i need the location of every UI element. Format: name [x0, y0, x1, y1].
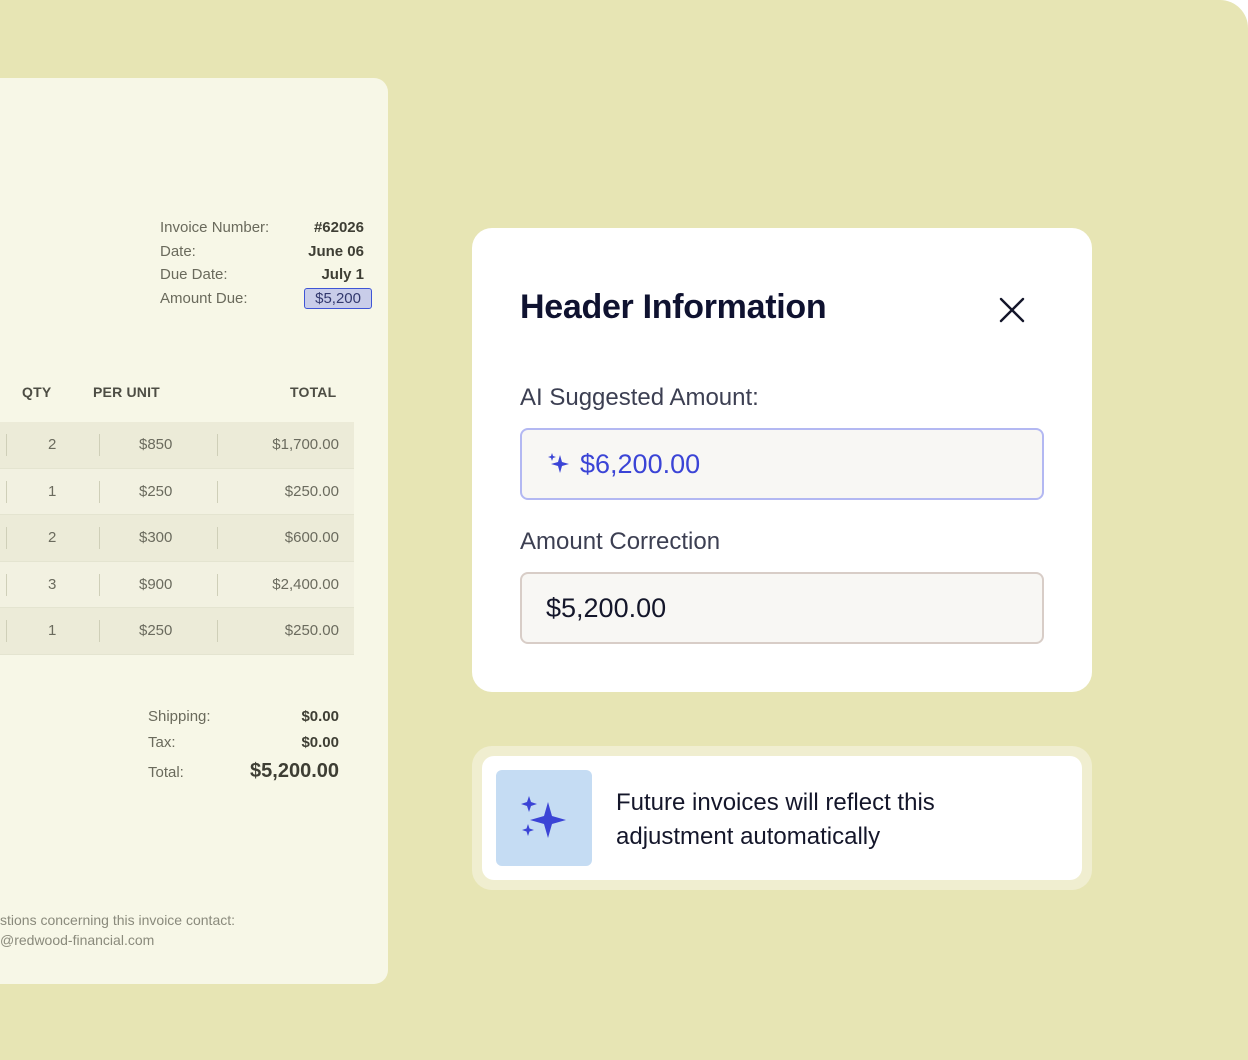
meta-row-amount-due: Amount Due: $5,200 — [160, 287, 372, 311]
meta-label: Amount Due: — [160, 289, 248, 307]
invoice-meta: Invoice Number: #62026 Date: June 06 Due… — [160, 216, 372, 311]
amount-correction-label: Amount Correction — [520, 528, 721, 555]
sparkles-icon — [521, 796, 566, 838]
meta-row-invoice-number: Invoice Number: #62026 — [160, 216, 364, 240]
cell-total: $600.00 — [284, 529, 339, 546]
amount-correction-input[interactable] — [546, 592, 986, 624]
header-information-modal: Header Information AI Suggested Amount: … — [472, 228, 1092, 692]
close-button[interactable] — [992, 290, 1032, 330]
meta-label: Date: — [160, 242, 196, 260]
modal-title: Header Information — [520, 288, 827, 326]
line-items: 2 $850 $1,700.00 1 $250 $250.00 2 $300 $… — [0, 422, 354, 655]
amount-due-highlight[interactable]: $5,200 — [304, 287, 372, 309]
due-date: July 1 — [321, 266, 364, 284]
cell-qty: 3 — [48, 575, 57, 593]
table-row: 3 $900 $2,400.00 — [0, 561, 354, 608]
meta-row-date: Date: June 06 — [160, 240, 364, 264]
cell-qty: 1 — [48, 482, 57, 500]
cell-qty: 2 — [48, 529, 57, 546]
notice-icon-tile — [496, 770, 592, 866]
cell-per-unit: $850 — [139, 436, 173, 453]
table-row: 1 $250 $250.00 — [0, 468, 354, 515]
invoice-contact: stions concerning this invoice contact: … — [0, 910, 380, 950]
ai-suggested-field[interactable]: $6,200.00 — [520, 428, 1044, 500]
cell-total: $2,400.00 — [272, 575, 339, 593]
ai-suggested-value: $6,200.00 — [580, 448, 701, 479]
cell-total: $1,700.00 — [272, 436, 339, 453]
cell-per-unit: $300 — [139, 529, 173, 546]
meta-label: Due Date: — [160, 266, 228, 284]
cell-qty: 2 — [48, 436, 57, 453]
meta-row-due-date: Due Date: July 1 — [160, 263, 364, 287]
cell-qty: 1 — [48, 622, 57, 639]
close-icon — [999, 297, 1025, 323]
sparkle-icon — [546, 451, 572, 477]
notice-card: Future invoices will reflect this adjust… — [482, 756, 1082, 880]
cell-total: $250.00 — [284, 622, 339, 639]
column-per-unit: PER UNIT — [93, 384, 160, 400]
amount-correction-field[interactable] — [520, 572, 1044, 644]
total-label: Shipping: — [148, 708, 211, 725]
contact-email: @redwood-financial.com — [0, 932, 155, 948]
column-qty: QTY — [22, 384, 52, 400]
total-label: Total: — [148, 764, 184, 781]
notice-text: Future invoices will reflect this adjust… — [616, 789, 935, 850]
notice-banner: Future invoices will reflect this adjust… — [472, 746, 1092, 890]
cell-per-unit: $900 — [139, 575, 173, 593]
ai-suggested-label: AI Suggested Amount: — [520, 384, 759, 411]
tax-row: Tax: $0.00 — [148, 734, 339, 760]
column-total: TOTAL — [290, 384, 337, 400]
table-row: 2 $300 $600.00 — [0, 515, 354, 562]
cell-total: $250.00 — [284, 482, 339, 500]
total-label: Tax: — [148, 734, 176, 751]
tax-value: $0.00 — [301, 734, 339, 751]
meta-label: Invoice Number: — [160, 219, 270, 237]
table-header: QTY PER UNIT TOTAL — [0, 384, 354, 406]
invoice-date: June 06 — [308, 242, 364, 260]
invoice-totals: Shipping: $0.00 Tax: $0.00 Total: $5,200… — [148, 708, 339, 792]
cell-per-unit: $250 — [139, 622, 173, 639]
contact-line: stions concerning this invoice contact: — [0, 912, 236, 928]
grand-total-value: $5,200.00 — [250, 760, 339, 782]
table-row: 2 $850 $1,700.00 — [0, 422, 354, 469]
shipping-row: Shipping: $0.00 — [148, 708, 339, 734]
canvas: Invoice Number: #62026 Date: June 06 Due… — [0, 0, 1248, 1060]
invoice-card: Invoice Number: #62026 Date: June 06 Due… — [0, 78, 388, 984]
shipping-value: $0.00 — [301, 708, 339, 725]
cell-per-unit: $250 — [139, 482, 173, 500]
table-row: 1 $250 $250.00 — [0, 608, 354, 655]
invoice-number: #62026 — [313, 219, 364, 237]
grand-total-row: Total: $5,200.00 — [148, 760, 339, 792]
